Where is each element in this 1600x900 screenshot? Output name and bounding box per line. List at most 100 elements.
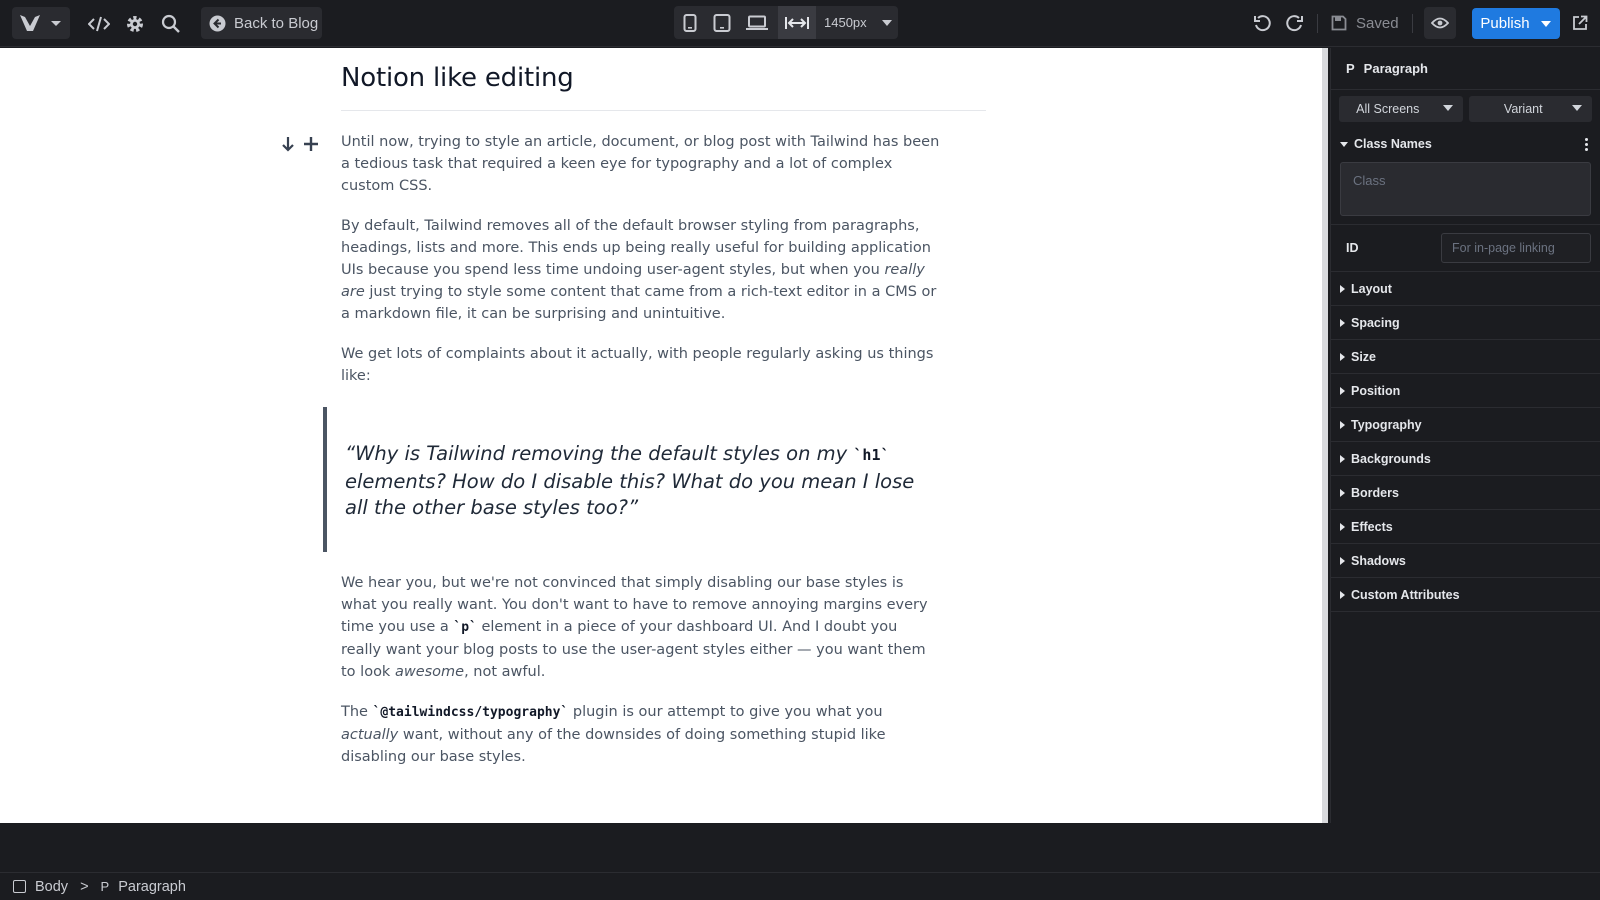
block-tools xyxy=(281,136,319,152)
device-switcher: 1450px xyxy=(674,6,898,39)
variant-select[interactable]: Variant xyxy=(1468,96,1592,122)
canvas-width-selector[interactable]: 1450px xyxy=(824,6,893,39)
top-toolbar: Back to Blog 1450px Saved Publish xyxy=(0,0,1600,47)
inline-code: `p` xyxy=(453,619,477,635)
open-external-button[interactable] xyxy=(1569,12,1591,34)
chevron-down-icon xyxy=(1572,105,1582,111)
section-label: Position xyxy=(1351,383,1401,398)
paragraph[interactable]: The `@tailwindcss/typography` plugin is … xyxy=(341,701,941,768)
preview-button[interactable] xyxy=(1424,7,1456,39)
device-laptop-button[interactable] xyxy=(738,6,776,39)
breadcrumb-item-body[interactable]: Body xyxy=(35,879,68,895)
screens-select[interactable]: All Screens xyxy=(1339,96,1463,122)
section-borders[interactable]: Borders xyxy=(1331,476,1600,510)
arrow-left-circle-icon xyxy=(209,15,226,31)
class-names-header[interactable]: Class Names xyxy=(1331,128,1600,160)
app-menu-button[interactable] xyxy=(12,7,70,39)
breadcrumb-separator: > xyxy=(80,878,89,895)
canvas-scrollbar[interactable] xyxy=(1322,48,1328,823)
device-mobile-button[interactable] xyxy=(674,6,706,39)
section-effects[interactable]: Effects xyxy=(1331,510,1600,544)
section-layout[interactable]: Layout xyxy=(1331,272,1600,306)
code-icon xyxy=(88,16,110,32)
triangle-right-icon xyxy=(1340,318,1345,327)
editor-canvas[interactable]: Notion like editing Until now, trying to… xyxy=(0,48,1324,823)
section-label: Borders xyxy=(1351,485,1399,500)
back-to-blog-label: Back to Blog xyxy=(234,14,319,32)
emphasis-text: awesome xyxy=(394,663,465,680)
laptop-icon xyxy=(746,15,768,30)
tablet-icon xyxy=(713,13,731,32)
triangle-right-icon xyxy=(1340,556,1345,565)
blockquote[interactable]: “Why is Tailwind removing the default st… xyxy=(323,407,943,552)
chevron-down-icon xyxy=(51,21,61,26)
section-custom-attributes[interactable]: Custom Attributes xyxy=(1331,578,1600,612)
section-shadows[interactable]: Shadows xyxy=(1331,544,1600,578)
triangle-right-icon xyxy=(1340,352,1345,361)
id-input-placeholder: For in-page linking xyxy=(1452,241,1555,255)
more-options-icon[interactable] xyxy=(1585,138,1588,151)
selected-element-header: P Paragraph xyxy=(1331,48,1600,90)
settings-button[interactable] xyxy=(122,11,148,37)
emphasis-text: actually xyxy=(341,726,399,743)
variant-select-value: Variant xyxy=(1503,102,1543,116)
back-to-blog-button[interactable]: Back to Blog xyxy=(201,7,322,39)
screens-select-value: All Screens xyxy=(1356,102,1420,116)
triangle-right-icon xyxy=(1340,454,1345,463)
paragraph[interactable]: Until now, trying to style an article, d… xyxy=(341,131,941,197)
breadcrumb: Body > P Paragraph xyxy=(0,872,1600,900)
inline-code: `h1` xyxy=(853,446,890,464)
section-label: Spacing xyxy=(1351,315,1400,330)
section-spacing[interactable]: Spacing xyxy=(1331,306,1600,340)
section-size[interactable]: Size xyxy=(1331,340,1600,374)
chevron-down-icon xyxy=(1540,20,1551,27)
canvas-width-value: 1450px xyxy=(824,15,867,30)
code-view-button[interactable] xyxy=(86,11,112,37)
quote-text: elements? How do I disable this? What do… xyxy=(345,469,915,520)
body-square-icon xyxy=(13,880,26,893)
undo-icon xyxy=(1254,15,1271,32)
redo-button[interactable] xyxy=(1283,11,1307,35)
triangle-right-icon xyxy=(1340,488,1345,497)
publish-label: Publish xyxy=(1480,15,1530,32)
section-label: Shadows xyxy=(1351,553,1406,568)
class-names-input[interactable]: Class xyxy=(1340,162,1591,216)
logo-icon xyxy=(20,15,40,31)
paragraph[interactable]: We hear you, but we're not convinced tha… xyxy=(341,572,941,683)
paragraph[interactable]: We get lots of complaints about it actua… xyxy=(341,343,941,387)
inline-code: `@tailwindcss/typography` xyxy=(372,704,569,720)
id-input[interactable]: For in-page linking xyxy=(1441,233,1591,263)
search-button[interactable] xyxy=(158,11,184,37)
publish-button[interactable]: Publish xyxy=(1472,8,1560,39)
paragraph[interactable]: By default, Tailwind removes all of the … xyxy=(341,215,941,325)
device-tablet-button[interactable] xyxy=(706,6,738,39)
screen-variant-row: All Screens Variant xyxy=(1331,90,1600,128)
breadcrumb-tag: P xyxy=(100,879,110,894)
triangle-right-icon xyxy=(1340,386,1345,395)
section-backgrounds[interactable]: Backgrounds xyxy=(1331,442,1600,476)
paragraph-text: want, without any of the downsides of do… xyxy=(341,726,886,765)
paragraph-text: , not awful. xyxy=(464,663,546,680)
chevron-down-icon xyxy=(881,19,892,26)
quote-text: “Why is Tailwind removing the default st… xyxy=(345,442,854,465)
eye-icon xyxy=(1431,17,1449,29)
section-label: Effects xyxy=(1351,519,1393,534)
breadcrumb-item-paragraph[interactable]: Paragraph xyxy=(118,879,186,895)
external-link-icon xyxy=(1573,15,1588,30)
paragraph-text: By default, Tailwind removes all of the … xyxy=(341,218,931,278)
section-label: Size xyxy=(1351,349,1377,364)
triangle-right-icon xyxy=(1340,590,1345,599)
expand-horizontal-icon xyxy=(785,16,809,29)
plus-icon[interactable] xyxy=(303,136,319,152)
undo-button[interactable] xyxy=(1250,11,1274,35)
toolbar-divider xyxy=(1317,14,1318,33)
article-title[interactable]: Notion like editing xyxy=(341,63,986,111)
section-label: Custom Attributes xyxy=(1351,587,1460,602)
section-typography[interactable]: Typography xyxy=(1331,408,1600,442)
class-names-title: Class Names xyxy=(1354,137,1432,151)
style-panel: P Paragraph All Screens Variant Class Na… xyxy=(1330,48,1600,823)
device-full-width-button[interactable] xyxy=(778,6,816,39)
section-position[interactable]: Position xyxy=(1331,374,1600,408)
save-status: Saved xyxy=(1331,7,1399,39)
arrow-down-icon[interactable] xyxy=(281,136,295,152)
